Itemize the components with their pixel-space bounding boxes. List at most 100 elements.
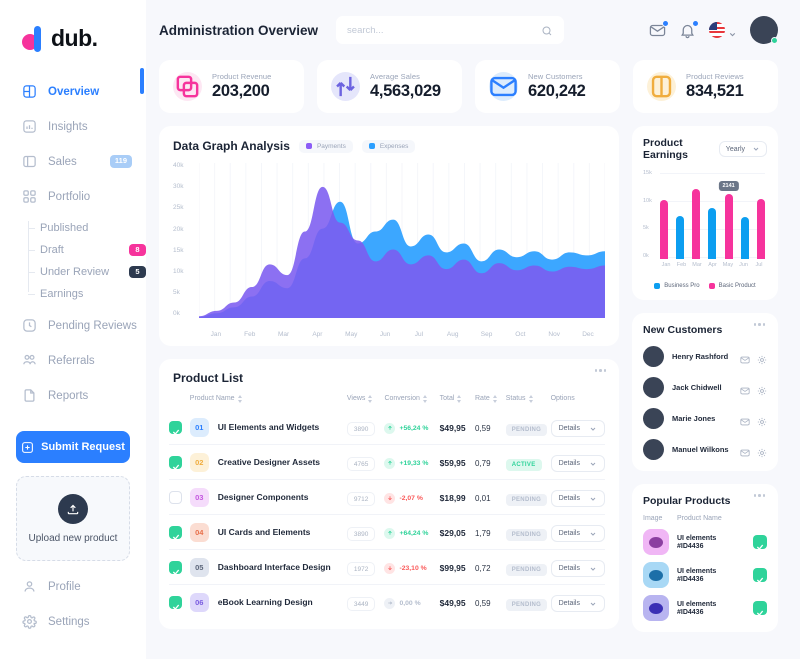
sort-icon[interactable] [528,394,534,403]
sidebar-item-label: Sales [48,155,77,168]
language-selector[interactable] [709,22,737,38]
details-button[interactable]: Details [550,525,605,542]
earnings-bar[interactable] [740,216,749,259]
earnings-bar[interactable] [660,200,668,259]
stat-card-product-revenue[interactable]: Product Revenue 203,200 [159,60,304,113]
row-checkbox[interactable] [169,420,182,435]
gear-icon[interactable] [757,445,767,457]
popular-products-more-button[interactable] [753,494,765,497]
list-item[interactable]: Jack Chidwell [643,377,767,398]
table-row[interactable]: 06 eBook Learning Design 3449 0,00 % $49,95 0… [169,585,605,620]
legend-expenses[interactable]: Expenses [361,139,416,153]
product-check[interactable] [753,535,767,550]
table-row[interactable]: 05 Dashboard Interface Design 1972 -23,10 %… [169,549,605,585]
rate-value: 0,59 [475,599,491,608]
row-checkbox[interactable] [169,560,182,575]
table-row[interactable]: 04 UI Cards and Elements 3890 +64,24 % $29,0… [169,514,605,550]
stat-card-product-reviews[interactable]: Product Reviews 834,521 [633,60,778,113]
sidebar-item-settings[interactable]: Settings [0,604,146,639]
row-checkbox[interactable] [169,455,182,470]
upload-new-product-dropzone[interactable]: Upload new product [16,476,130,561]
row-rank: 04 [189,522,209,542]
row-checkbox[interactable] [169,490,182,504]
sort-icon[interactable] [368,394,373,403]
check-icon [172,563,180,575]
list-item[interactable]: UI elements #ID4436 [643,529,767,555]
mail-badge [662,19,669,27]
legend-label: Payments [316,142,346,150]
gear-icon[interactable] [757,414,767,426]
sidebar-subitem-earnings[interactable]: Earnings [28,283,146,305]
list-item[interactable]: UI elements #ID4436 [643,562,767,588]
sidebar-item-overview[interactable]: Overview [0,74,146,109]
sort-icon[interactable] [237,394,243,403]
details-button[interactable]: Details [550,420,605,437]
sidebar-subitem-draft[interactable]: Draft 8 [28,239,146,261]
sidebar-item-portfolio[interactable]: Portfolio [0,179,146,214]
mail-icon [649,24,666,43]
sidebar-item-referrals[interactable]: Referrals [0,343,146,378]
list-item[interactable]: Manuel Wilkons [643,439,767,460]
product-check[interactable] [753,568,767,583]
search-box[interactable] [336,16,565,44]
mail-icon[interactable] [740,383,750,394]
details-button[interactable]: Details [550,595,605,612]
notifications-button[interactable] [679,19,699,39]
table-row[interactable]: 02 Creative Designer Assets 4765 +19,33 % $5… [169,444,605,480]
status-badge: PENDING [505,599,548,611]
upload-icon-circle [58,493,88,524]
details-button[interactable]: Details [550,455,605,472]
sort-icon[interactable] [492,394,498,403]
sidebar-item-pending-reviews[interactable]: Pending Reviews [0,308,146,343]
mail-icon[interactable] [740,414,750,425]
x-tick: Aug [446,331,459,338]
popular-products-card: Popular Products Image Product Name UI e… [632,484,778,632]
table-row[interactable]: 03 Designer Components 9712 -2,07 % $18,99 0,… [169,479,605,515]
brand[interactable]: dub. [0,0,146,60]
sidebar-item-sales[interactable]: Sales 119 [0,144,146,179]
search-icon[interactable] [541,24,553,36]
sidebar-item-profile[interactable]: Profile [0,569,146,604]
legend-payments[interactable]: Payments [298,139,353,153]
earnings-bar[interactable] [692,188,701,259]
list-item[interactable]: Marie Jones [643,408,767,429]
details-button[interactable]: Details [550,560,605,577]
status-badge: PENDING [505,564,548,576]
new-customers-more-button[interactable] [753,323,765,326]
search-input[interactable] [347,24,536,36]
earnings-bar[interactable] [708,207,717,259]
earnings-bar[interactable] [676,216,685,259]
sidebar-item-reports[interactable]: Reports [0,378,146,413]
stat-card-average-sales[interactable]: Average Sales 4,563,029 [317,60,462,113]
details-button[interactable]: Details [550,490,605,507]
list-item[interactable]: Henry Rashford [643,346,767,367]
stat-card-new-customers[interactable]: New Customers 620,242 [475,60,620,113]
earnings-period-select[interactable]: Yearly [718,141,767,157]
mail-icon[interactable] [740,445,750,456]
sidebar-item-insights[interactable]: Insights [0,109,146,144]
earnings-bar[interactable]: 2141 [718,181,739,259]
product-list-more-button[interactable] [594,369,606,372]
product-name: UI elements [677,567,717,575]
sidebar-subitem-under-review[interactable]: Under Review 5 [28,261,146,283]
table-row[interactable]: 01 UI Elements and Widgets 3890 +56,24 % $49… [169,410,605,445]
mail-button[interactable] [649,19,669,39]
gear-icon[interactable] [757,352,767,364]
details-label: Details [558,460,580,467]
row-checkbox[interactable] [169,595,182,610]
sidebar-subitem-published[interactable]: Published [28,217,146,239]
user-avatar[interactable] [750,16,778,44]
sort-icon[interactable] [457,394,462,403]
us-flag-icon [709,22,725,38]
avatar [643,439,664,460]
submit-request-button[interactable]: Submit Request [16,431,130,463]
earnings-bar[interactable] [756,198,765,259]
row-checkbox[interactable] [169,525,182,540]
list-item[interactable]: UI elements #ID4436 [643,595,767,621]
sort-icon[interactable] [422,394,428,403]
customer-name: Henry Rashford [672,352,729,361]
product-check[interactable] [753,601,767,616]
gear-icon[interactable] [757,383,767,395]
mail-icon[interactable] [740,352,750,363]
col-rate: Rate [475,395,490,402]
